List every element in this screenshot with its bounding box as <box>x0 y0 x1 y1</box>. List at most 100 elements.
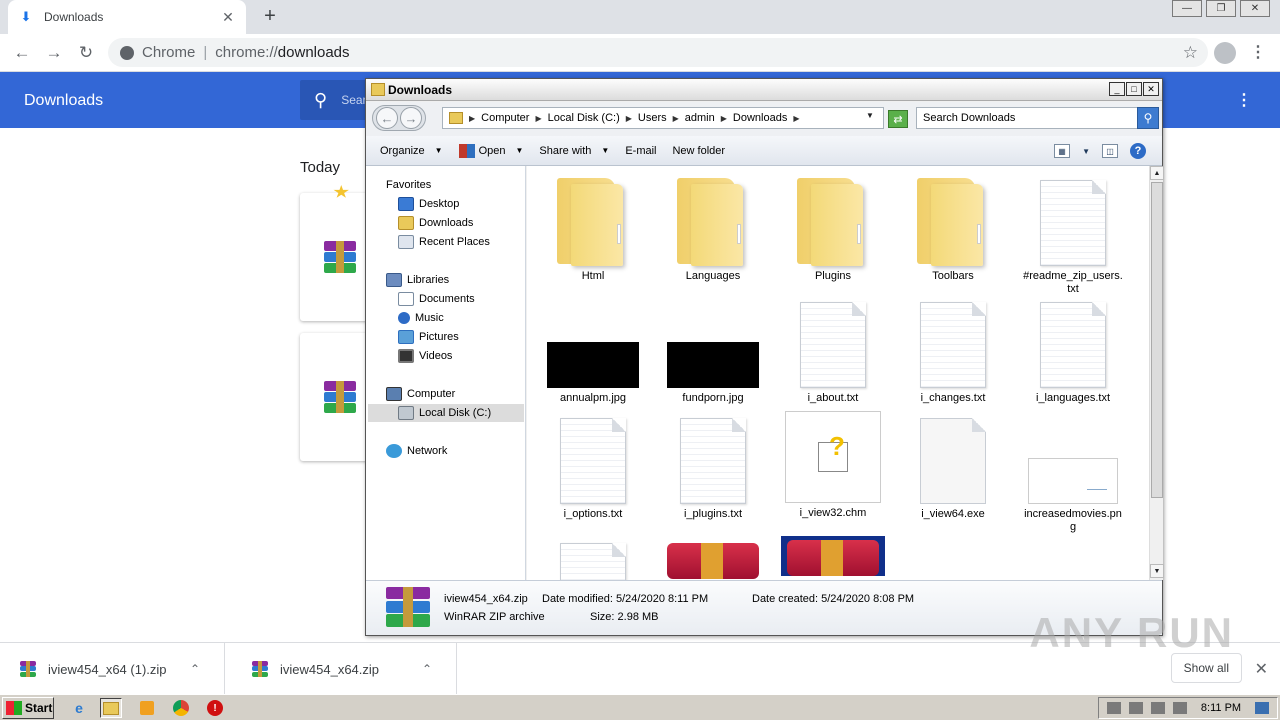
chevron-icon[interactable]: ▶ <box>673 114 679 123</box>
open-button[interactable]: Open ▼ <box>458 143 523 158</box>
file-item[interactable] <box>537 543 649 580</box>
nav-libraries[interactable]: Libraries <box>386 271 449 289</box>
file-item[interactable]: Plugins <box>777 174 889 283</box>
new-tab-button[interactable]: + <box>260 6 280 26</box>
start-button[interactable]: Start <box>2 697 54 719</box>
volume-icon[interactable] <box>1151 702 1165 714</box>
scroll-down-icon[interactable]: ▼ <box>1150 564 1164 578</box>
explorer-taskbar-icon[interactable] <box>100 698 122 718</box>
scroll-thumb[interactable] <box>1151 182 1163 498</box>
explorer-maximize-button[interactable]: □ <box>1126 82 1142 96</box>
nav-network[interactable]: Network <box>386 442 447 460</box>
file-item[interactable]: ? i_view32.chm <box>777 411 889 520</box>
nav-documents[interactable]: Documents <box>398 290 475 308</box>
shelf-item[interactable]: iview454_x64 (1).zip ⌃ <box>0 643 225 695</box>
folder-icon <box>671 174 755 266</box>
breadcrumb-admin[interactable]: admin <box>685 112 715 124</box>
chevron-down-icon[interactable]: ▼ <box>515 146 523 155</box>
chevron-up-icon[interactable]: ⌃ <box>422 662 442 676</box>
show-all-button[interactable]: Show all <box>1170 653 1242 683</box>
chrome-taskbar-icon[interactable] <box>170 698 192 718</box>
nav-desktop[interactable]: Desktop <box>398 195 459 213</box>
more-actions-icon[interactable]: ⋮ <box>1236 90 1252 110</box>
file-item[interactable]: i_plugins.txt <box>657 418 769 521</box>
help-icon[interactable]: ? <box>1130 143 1146 159</box>
explorer-titlebar[interactable]: Downloads _ □ ✕ <box>366 79 1162 101</box>
nav-computer[interactable]: Computer <box>386 385 455 403</box>
file-item[interactable]: i_about.txt <box>777 302 889 405</box>
shelf-item[interactable]: iview454_x64.zip ⌃ <box>232 643 457 695</box>
email-button[interactable]: E-mail <box>625 145 656 157</box>
internet-explorer-icon[interactable]: e <box>68 698 90 718</box>
file-item[interactable]: i_view64.exe <box>897 418 1009 521</box>
refresh-icon[interactable]: ⇄ <box>888 110 908 128</box>
address-dropdown-icon[interactable]: ▼ <box>866 111 874 120</box>
chevron-icon[interactable]: ▶ <box>535 114 541 123</box>
nav-downloads[interactable]: Downloads <box>398 214 473 232</box>
file-item[interactable]: i_languages.txt <box>1017 302 1129 405</box>
minimize-button[interactable]: — <box>1172 0 1202 17</box>
close-tab-icon[interactable]: ✕ <box>220 9 236 25</box>
explorer-close-button[interactable]: ✕ <box>1143 82 1159 96</box>
file-item[interactable]: Languages <box>657 174 769 283</box>
tab-downloads[interactable]: ⬇ Downloads ✕ <box>8 0 246 34</box>
show-desktop-icon[interactable] <box>1255 702 1269 714</box>
nav-recent-places[interactable]: Recent Places <box>398 233 490 251</box>
preview-pane-icon[interactable]: ◫ <box>1102 144 1118 158</box>
nav-videos[interactable]: Videos <box>398 347 452 365</box>
action-center-flag-icon[interactable] <box>1173 702 1187 714</box>
address-bar[interactable]: Chrome | chrome://downloads <box>108 38 1208 67</box>
forward-icon[interactable]: → <box>42 41 66 65</box>
breadcrumb-local-disk[interactable]: Local Disk (C:) <box>548 112 620 124</box>
close-shelf-icon[interactable]: ✕ <box>1255 659 1268 679</box>
chevron-icon[interactable]: ▶ <box>626 114 632 123</box>
change-view-icon[interactable]: ▦ <box>1054 144 1071 158</box>
chevron-icon[interactable]: ▶ <box>793 114 799 123</box>
nav-local-disk[interactable]: Local Disk (C:) <box>368 404 524 422</box>
file-item[interactable]: fundporn.jpg <box>657 302 769 405</box>
new-folder-button[interactable]: New folder <box>672 145 725 157</box>
chevron-icon[interactable]: ▶ <box>721 114 727 123</box>
nav-pictures[interactable]: Pictures <box>398 328 459 346</box>
explorer-minimize-button[interactable]: _ <box>1109 82 1125 96</box>
file-item[interactable]: #readme_zip_users.txt <box>1017 174 1129 296</box>
file-item[interactable] <box>657 543 769 579</box>
winrar-icon <box>324 381 356 413</box>
breadcrumb-users[interactable]: Users <box>638 112 667 124</box>
nav-favorites[interactable]: Favorites <box>333 176 431 198</box>
explorer-search-input[interactable]: Search Downloads <box>916 107 1138 129</box>
stop-icon[interactable]: ! <box>204 698 226 718</box>
file-item[interactable]: i_options.txt <box>537 418 649 521</box>
menu-icon[interactable]: ⋮ <box>1250 42 1266 62</box>
profile-avatar[interactable] <box>1214 42 1236 64</box>
scroll-up-icon[interactable]: ▲ <box>1150 166 1164 180</box>
vertical-scrollbar[interactable]: ▲ ▼ <box>1149 166 1164 580</box>
organize-button[interactable]: Organize ▼ <box>380 145 443 157</box>
shelf-item-name: iview454_x64 (1).zip <box>48 661 167 677</box>
breadcrumb-computer[interactable]: Computer <box>481 112 529 124</box>
reload-icon[interactable]: ↻ <box>74 41 98 65</box>
nav-music[interactable]: Music <box>398 309 444 327</box>
search-icon[interactable]: ⚲ <box>1137 107 1159 129</box>
breadcrumb[interactable]: ▶ Computer ▶ Local Disk (C:) ▶ Users ▶ a… <box>442 107 884 129</box>
file-item[interactable]: annualpm.jpg <box>537 302 649 405</box>
close-window-button[interactable]: ✕ <box>1240 0 1270 17</box>
media-player-icon[interactable] <box>136 698 158 718</box>
chevron-down-icon[interactable]: ▼ <box>1082 147 1090 156</box>
file-item[interactable]: i_changes.txt <box>897 302 1009 405</box>
share-with-button[interactable]: Share with ▼ <box>539 145 609 157</box>
back-icon[interactable]: ← <box>10 41 34 65</box>
chevron-up-icon[interactable]: ⌃ <box>190 662 210 676</box>
explorer-back-icon[interactable]: ← <box>376 107 398 129</box>
tray-arrow-icon[interactable] <box>1107 702 1121 714</box>
restore-button[interactable]: ❐ <box>1206 0 1236 17</box>
network-tray-icon[interactable] <box>1129 702 1143 714</box>
file-item[interactable]: increasedmovies.png <box>1017 418 1129 534</box>
bookmark-star-icon[interactable]: ☆ <box>1183 43 1198 63</box>
chevron-icon[interactable]: ▶ <box>469 114 475 123</box>
file-item-selected[interactable] <box>777 536 889 576</box>
file-item[interactable]: Html <box>537 174 649 283</box>
breadcrumb-downloads[interactable]: Downloads <box>733 112 787 124</box>
file-item[interactable]: Toolbars <box>897 174 1009 283</box>
explorer-forward-icon[interactable]: → <box>400 107 422 129</box>
